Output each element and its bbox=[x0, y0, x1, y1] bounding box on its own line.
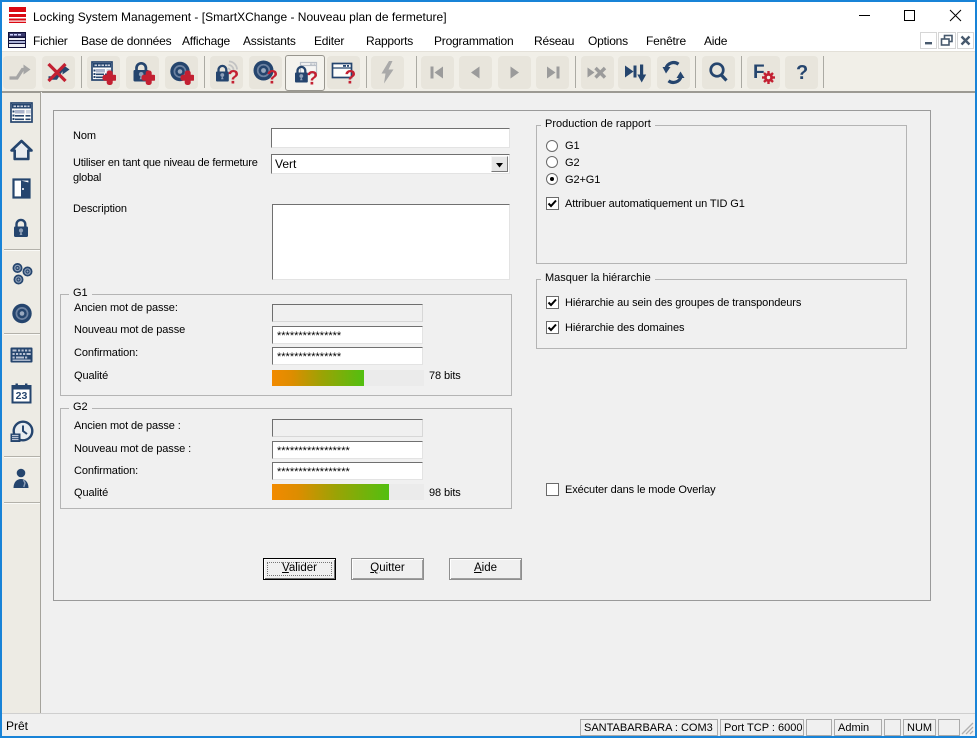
svg-text:23: 23 bbox=[16, 390, 28, 402]
svg-text:?: ? bbox=[228, 68, 240, 86]
svg-text:F: F bbox=[753, 62, 765, 83]
svg-text:?: ? bbox=[796, 62, 808, 84]
svg-text:?: ? bbox=[345, 68, 357, 86]
svg-text:?: ? bbox=[307, 69, 319, 87]
svg-text:?: ? bbox=[267, 68, 279, 86]
